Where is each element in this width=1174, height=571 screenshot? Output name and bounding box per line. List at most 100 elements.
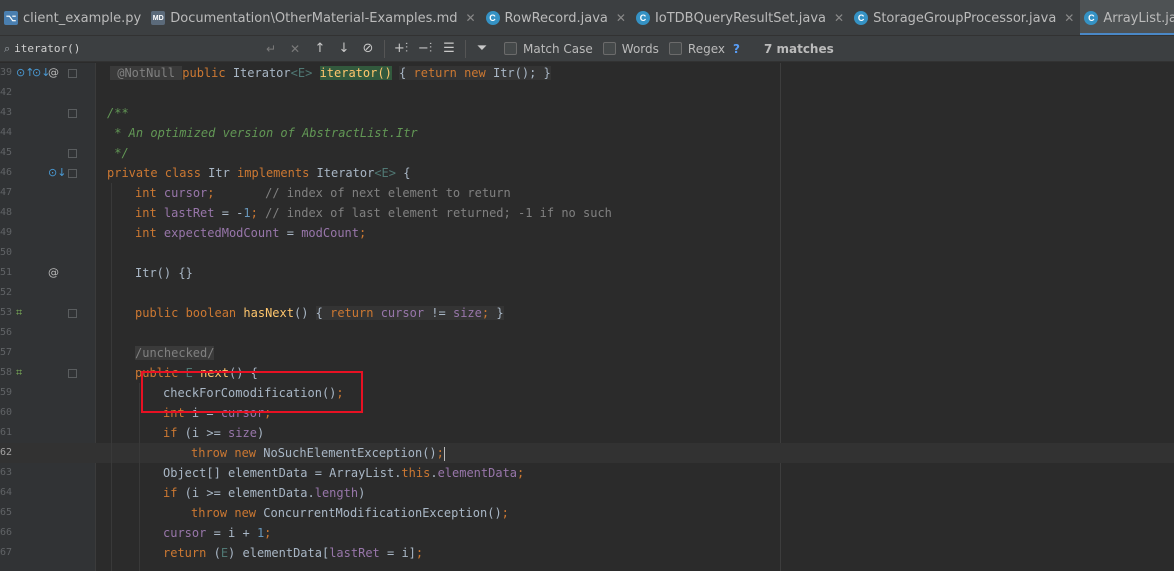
find-all-icon[interactable]: ⊘ — [356, 38, 380, 60]
fold-icon[interactable] — [68, 369, 77, 378]
tab-label: RowRecord.java — [504, 10, 608, 26]
fold-icon[interactable] — [68, 169, 77, 178]
java-class-icon: C — [1084, 11, 1099, 25]
code-line[interactable]: 50 — [0, 243, 1174, 263]
code-line[interactable]: 46 ⊙↓ private class Itr implements Itera… — [0, 163, 1174, 183]
close-icon[interactable]: ✕ — [834, 11, 844, 25]
tab-label: StorageGroupProcessor.java — [873, 10, 1057, 26]
tab-label: Documentation\OtherMaterial-Examples.md — [170, 10, 458, 26]
line-number: 45 — [0, 147, 12, 158]
line-number: 50 — [0, 247, 12, 258]
code-editor[interactable]: 39 ⊙↑ ⊙↓ @ @NotNull public Iterator<E> i… — [0, 63, 1174, 571]
code-line[interactable]: 44 * An optimized version of AbstractLis… — [0, 123, 1174, 143]
line-number: 63 — [0, 467, 12, 478]
indent-guide — [111, 183, 112, 571]
code-line[interactable]: 53 ⌗ public boolean hasNext() { return c… — [0, 303, 1174, 323]
code-line[interactable]: 43 /** — [0, 103, 1174, 123]
search-query: iterator() — [14, 42, 81, 55]
line-number: 65 — [0, 507, 12, 518]
tab-storagegroupprocessor-java[interactable]: C StorageGroupProcessor.java ✕ — [850, 0, 1080, 35]
newline-icon[interactable]: ↵ — [266, 42, 276, 56]
line-number: 39 — [0, 67, 12, 78]
code-line[interactable]: 64 if (i >= elementData.length) — [0, 483, 1174, 503]
text-caret — [443, 446, 445, 461]
fold-icon[interactable] — [68, 69, 77, 78]
line-number: 42 — [0, 87, 12, 98]
fold-icon[interactable] — [68, 309, 77, 318]
line-number: 67 — [0, 547, 12, 558]
regex-checkbox[interactable] — [668, 42, 682, 55]
line-number: 46 — [0, 167, 12, 178]
code-line[interactable]: 39 ⊙↑ ⊙↓ @ @NotNull public Iterator<E> i… — [0, 63, 1174, 83]
code-line[interactable]: 42 — [0, 83, 1174, 103]
code-line[interactable]: 52 — [0, 283, 1174, 303]
line-number: 60 — [0, 407, 12, 418]
code-line[interactable]: 45 */ — [0, 143, 1174, 163]
tab-client-example-py[interactable]: ⌥ client_example.py — [0, 0, 147, 35]
clear-icon[interactable]: ✕ — [290, 42, 300, 56]
code-line[interactable]: 57 /unchecked/ — [0, 343, 1174, 363]
code-line[interactable]: 56 — [0, 323, 1174, 343]
code-line[interactable]: 63 Object[] elementData = ArrayList.this… — [0, 463, 1174, 483]
match-case-checkbox[interactable] — [504, 42, 517, 55]
tab-iotdbqueryresultset-java[interactable]: C IoTDBQueryResultSet.java ✕ — [632, 0, 850, 35]
previous-occurrence-button[interactable]: ↑ — [308, 38, 332, 60]
annotation-icon[interactable]: @ — [48, 263, 59, 283]
line-number: 47 — [0, 187, 12, 198]
code-line[interactable]: 51 @ Itr() {} — [0, 263, 1174, 283]
regex-option[interactable]: Regex ? — [668, 41, 740, 56]
tab-rowrecord-java[interactable]: C RowRecord.java ✕ — [482, 0, 632, 35]
close-icon[interactable]: ✕ — [465, 11, 475, 25]
filter-icon[interactable]: ⏷ — [470, 38, 494, 60]
remove-selection-icon[interactable]: −⫶ — [413, 38, 437, 60]
search-icon: ⌕ — [4, 41, 11, 55]
line-number: 66 — [0, 527, 12, 538]
code-line[interactable]: 65 throw new ConcurrentModificationExcep… — [0, 503, 1174, 523]
search-input[interactable]: ⌕ iterator() ↵ ✕ — [0, 38, 308, 60]
match-case-option[interactable]: Match Case — [504, 42, 593, 56]
annotation-icon[interactable]: @ — [48, 63, 59, 83]
line-number: 57 — [0, 347, 12, 358]
line-number: 53 — [0, 307, 12, 318]
java-class-icon: C — [485, 11, 500, 25]
java-class-icon: C — [854, 11, 869, 25]
toolbar-divider — [465, 39, 466, 58]
tab-arraylist-java[interactable]: CArrayList.java✕ — [1080, 0, 1174, 35]
line-number: 56 — [0, 327, 12, 338]
code-line[interactable]: 66 cursor = i + 1; — [0, 523, 1174, 543]
code-line[interactable]: 47 int cursor; // index of next element … — [0, 183, 1174, 203]
line-number: 64 — [0, 487, 12, 498]
close-icon[interactable]: ✕ — [1064, 11, 1074, 25]
match-count: 7 matches — [763, 41, 834, 56]
add-selection-icon[interactable]: +⫶ — [389, 38, 413, 60]
code-line[interactable]: 67 return (E) elementData[lastRet = i]; — [0, 543, 1174, 563]
code-line-current[interactable]: 62 throw new NoSuchElementException(); — [0, 443, 1174, 463]
select-all-occurrences-icon[interactable]: ☰ — [437, 38, 461, 60]
match-case-label: Match Case — [523, 41, 593, 56]
implements-method-icon[interactable]: ⌗ — [16, 303, 22, 323]
code-line[interactable]: 48 int lastRet = -1; // index of last el… — [0, 203, 1174, 223]
close-icon[interactable]: ✕ — [616, 11, 626, 25]
fold-icon[interactable] — [68, 109, 77, 118]
highlight-box — [141, 371, 363, 413]
line-number: 51 — [0, 267, 12, 278]
implementation-icon[interactable]: ⊙↓ — [48, 163, 66, 183]
words-option[interactable]: Words — [602, 42, 659, 56]
indent-guide — [139, 383, 140, 571]
toolbar-divider — [384, 39, 385, 58]
code-line[interactable]: 49 int expectedModCount = modCount; — [0, 223, 1174, 243]
line-number: 49 — [0, 227, 12, 238]
find-bar: ⌕ iterator() ↵ ✕ ↑ ↓ ⊘ +⫶ −⫶ ☰ ⏷ Match C… — [0, 36, 1174, 62]
line-number: 62 — [0, 447, 12, 458]
implements-method-icon[interactable]: ⌗ — [16, 363, 22, 383]
words-checkbox[interactable] — [602, 42, 616, 55]
tab-documentation-othermaterial-examples-md[interactable]: MD Documentation\OtherMaterial-Examples.m… — [147, 0, 481, 35]
line-number: 58 — [0, 367, 12, 378]
regex-help-link[interactable]: ? — [733, 42, 740, 56]
fold-icon[interactable] — [68, 149, 77, 158]
java-class-icon: C — [635, 11, 650, 25]
tab-label: IoTDBQueryResultSet.java — [654, 10, 826, 26]
regex-label: Regex — [687, 41, 725, 56]
next-occurrence-button[interactable]: ↓ — [332, 38, 356, 60]
code-line[interactable]: 61 if (i >= size) — [0, 423, 1174, 443]
